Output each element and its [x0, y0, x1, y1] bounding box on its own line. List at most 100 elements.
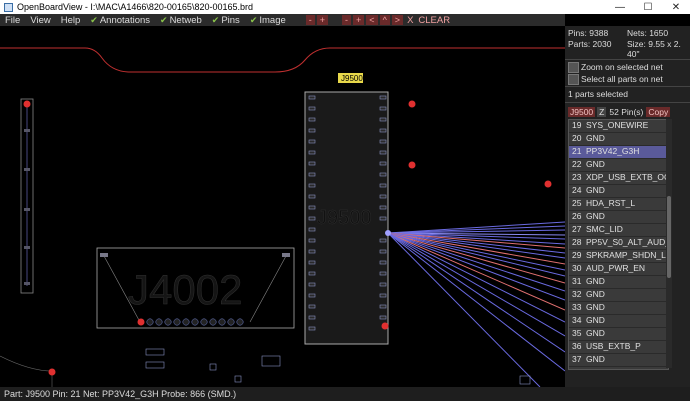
- ground-pin-marker: [381, 322, 389, 330]
- pin-list-item[interactable]: 21 PP3V42_G3H: [569, 146, 668, 159]
- pin-number: 29: [572, 250, 582, 260]
- pin-count: 52 Pin(s): [609, 107, 644, 117]
- pin-list-item[interactable]: 25 HDA_RST_L: [569, 198, 668, 211]
- parts-selected: 1 parts selected: [568, 89, 629, 99]
- pin-number: 22: [572, 159, 582, 169]
- pin-list-item[interactable]: 36 USB_EXTB_P: [569, 341, 668, 354]
- zoom-net-label: Zoom on selected net: [581, 62, 663, 72]
- pin-list-item[interactable]: 26 GND: [569, 211, 668, 224]
- pin-number: 32: [572, 289, 582, 299]
- maximize-icon[interactable]: ☐: [634, 0, 662, 14]
- pin-number: 20: [572, 133, 582, 143]
- pin-list-scroll-thumb[interactable]: [667, 196, 671, 278]
- pin-list-item[interactable]: 30 AUD_PWR_EN: [569, 263, 668, 276]
- pin-list-item[interactable]: 27 SMC_LID: [569, 224, 668, 237]
- pin-net-name: XDP_USB_EXTB_OC: [586, 172, 668, 182]
- j9500-big-label: J9500: [317, 207, 372, 229]
- selected-pin-marker[interactable]: [385, 230, 391, 236]
- pin-net-name: USB_EXTB_P: [586, 341, 641, 351]
- pin-net-name: SPKRAMP_SHDN_L: [586, 250, 666, 260]
- j4002-big-label: J4002: [128, 266, 242, 313]
- pin-number: 38: [572, 367, 584, 369]
- pin-list-item[interactable]: 24 GND: [569, 185, 668, 198]
- pin-net-name: GND: [586, 289, 605, 299]
- zoom-net-checkbox[interactable]: [568, 62, 579, 73]
- pin-list-item[interactable]: 28 PP5V_S0_ALT_AUD_: [569, 237, 668, 250]
- pin-list-item[interactable]: 34 GND: [569, 315, 668, 328]
- menu-help[interactable]: Help: [56, 15, 86, 26]
- pin-net-name: HDA_RST_L: [586, 198, 636, 208]
- menu-file[interactable]: File: [0, 15, 25, 26]
- pin-list-item[interactable]: 35 GND: [569, 328, 668, 341]
- part-label: J9500: [341, 74, 363, 83]
- zoom-in-button[interactable]: +: [316, 15, 329, 25]
- toggle-pins[interactable]: ✔ Pins: [207, 15, 245, 26]
- pin-list-item[interactable]: 23 XDP_USB_EXTB_OC: [569, 172, 668, 185]
- toggle-image-label: Image: [259, 14, 286, 26]
- pin-list-item[interactable]: 22 GND: [569, 159, 668, 172]
- pin-list-item[interactable]: 31 GND: [569, 276, 668, 289]
- select-parts-checkbox[interactable]: [568, 74, 579, 85]
- part-zoom-button[interactable]: Z: [597, 107, 607, 117]
- toggle-image[interactable]: ✔ Image: [245, 15, 291, 26]
- pin-list[interactable]: 19 SYS_ONEWIRE 20 GND 21 PP3V42_G3H 22 GND 23 XDP…: [568, 119, 669, 370]
- pin-list-item[interactable]: 19 SYS_ONEWIRE: [569, 120, 668, 133]
- copy-button[interactable]: Copy: [646, 107, 671, 117]
- red-test-point: [544, 180, 552, 188]
- pin-net-name: GND: [586, 185, 605, 195]
- pin-list-item[interactable]: 20 GND: [569, 133, 668, 146]
- netweb-lines: [387, 221, 566, 388]
- nav-plus-button[interactable]: +: [353, 15, 365, 25]
- pin-number: 33: [572, 302, 582, 312]
- part-tag[interactable]: J9500: [568, 107, 596, 117]
- pin-net-name: SMC_LID: [586, 224, 623, 234]
- toggle-annotations-label: Annotations: [99, 14, 151, 26]
- menu-view[interactable]: View: [25, 15, 55, 26]
- board-contour: [0, 355, 53, 387]
- pin-number: 31: [572, 276, 582, 286]
- pin-net-name: GND: [586, 328, 605, 338]
- nav-right-button[interactable]: >: [391, 15, 404, 25]
- pin-list-item[interactable]: 32 GND: [569, 289, 668, 302]
- small-parts: [145, 348, 531, 385]
- clear-x-button[interactable]: X: [407, 15, 413, 26]
- check-icon: ✔: [90, 14, 98, 25]
- pin-number: 30: [572, 263, 582, 273]
- pin-number: 26: [572, 211, 582, 221]
- board-svg[interactable]: J9500 J9500 J4002: [0, 26, 566, 388]
- divider: [565, 86, 690, 87]
- nav-up-button[interactable]: ^: [379, 15, 390, 25]
- pin-net-name: GND: [586, 211, 605, 221]
- pin-list-item[interactable]: 29 SPKRAMP_SHDN_L: [569, 250, 668, 263]
- toggle-pins-label: Pins: [221, 14, 240, 26]
- nav-minus-button[interactable]: -: [342, 15, 352, 25]
- board-size-cont: 40": [627, 49, 640, 59]
- clear-button[interactable]: CLEAR: [418, 15, 450, 26]
- pin-net-name: PP5V_S0_ALT_AUD_: [586, 237, 668, 247]
- toggle-annotations[interactable]: ✔ Annotations: [85, 15, 155, 26]
- pin-number: 34: [572, 315, 582, 325]
- zoom-out-button[interactable]: -: [305, 15, 315, 25]
- pin-net-name: GND: [586, 276, 605, 286]
- pin-number: 21: [572, 146, 582, 156]
- pin-number: 37: [572, 354, 582, 364]
- minimize-icon[interactable]: —: [606, 0, 634, 14]
- part-left-strip[interactable]: [20, 98, 34, 294]
- menu-bar: File View Help ✔ Annotations ✔ Netweb ✔ Pin…: [0, 14, 565, 26]
- nets-count: Nets: 1650: [627, 28, 669, 38]
- select-parts-label: Select all parts on net: [581, 74, 663, 84]
- pins-count: Pins: 9388: [568, 28, 609, 38]
- close-icon[interactable]: ✕: [662, 0, 690, 14]
- pin-list-item[interactable]: 37 GND: [569, 354, 668, 367]
- pin-number: 24: [572, 185, 582, 195]
- pin-number: 27: [572, 224, 582, 234]
- toggle-netweb[interactable]: ✔ Netweb: [155, 15, 207, 26]
- nav-left-button[interactable]: <: [366, 15, 378, 25]
- pin-number: 23: [572, 172, 582, 182]
- toggle-netweb-label: Netweb: [169, 14, 202, 26]
- pin-list-item[interactable]: 33 GND: [569, 302, 668, 315]
- board-canvas[interactable]: J9500 J9500 J4002: [0, 26, 566, 388]
- part-header: J9500 Z 52 Pin(s) Copy: [568, 107, 671, 117]
- pin-net-name: GND: [586, 315, 605, 325]
- pin-list-item[interactable]: 38USB_EXTB_N: [569, 367, 668, 369]
